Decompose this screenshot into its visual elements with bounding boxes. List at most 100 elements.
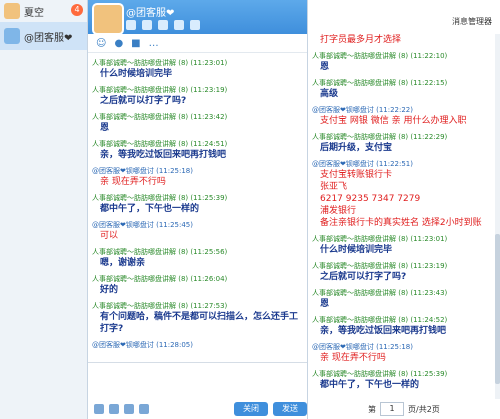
message: 人事部诚聘～肪肪哪盘讲解 (8) (11:22:10) 恩 [312, 51, 489, 73]
message-meta: 人事部诚聘～肪肪哪盘讲解 (8) (11:23:43) [312, 289, 448, 297]
mic-icon[interactable]: ● [114, 38, 123, 49]
message-text: 什么时候培训完毕 [100, 69, 173, 79]
avatar [4, 28, 20, 44]
message-meta: 人事部诚聘～肪肪哪盘讲解 (8) (11:23:01) [92, 59, 228, 67]
header-toolbar [126, 20, 200, 30]
message-text: 都中午了，下午也一样的 [320, 380, 420, 390]
message-list: 人事部诚聘～肪肪哪盘讲解 (8) (11:23:01) 什么时候培训完毕 人事部诚聘… [88, 53, 307, 358]
message-meta: @团客服❤钡哪盘讨 (11:25:45) [92, 221, 193, 229]
input-toolbar: 关闭 发送 [88, 399, 307, 419]
screen-icon[interactable] [174, 20, 184, 30]
history-panel: 消息管理器 打字员最多月才选择人事部诚聘～肪肪哪盘讲解 (8) (11:22:1… [308, 0, 500, 419]
message-meta: @团客服❤钡哪盘讨 (11:28:05) [92, 341, 193, 349]
message: 人事部诚聘～肪肪哪盘讲解 (8) (11:24:51) 亲，等我吃过饭回来吧再打钱… [92, 139, 303, 161]
message-text: 嗯，谢谢亲 [100, 258, 146, 268]
message: 人事部诚聘～肪肪哪盘讲解 (8) (11:25:39) 都中午了，下午也一样的 [312, 369, 489, 391]
message-meta: 人事部诚聘～肪肪哪盘讲解 (8) (11:22:10) [312, 52, 448, 60]
chat-tools: ☺ ● ■ … [88, 34, 307, 53]
unread-badge: 4 [71, 4, 83, 16]
message-meta: 人事部诚聘～肪肪哪盘讲解 (8) (11:22:29) [312, 133, 448, 141]
message-meta: 人事部诚聘～肪肪哪盘讲解 (8) (11:25:39) [312, 370, 448, 378]
history-pager: 第 1 页/共2页 [308, 399, 500, 419]
contact-list: 夏空 4 @团客服❤ [0, 0, 88, 419]
message: 人事部诚聘～肪肪哪盘讲解 (8) (11:23:19) 之后就可以打字了吗? [92, 85, 303, 107]
image-icon[interactable]: ■ [131, 38, 140, 49]
page-input[interactable]: 1 [380, 402, 404, 416]
message: 人事部诚聘～肪肪哪盘讲解 (8) (11:23:19) 之后就可以打字了吗? [312, 261, 489, 283]
message-text: 恩 [320, 62, 330, 72]
contact-item[interactable]: 夏空 4 [0, 0, 87, 22]
apps-icon[interactable] [190, 20, 200, 30]
scrollbar[interactable] [495, 34, 500, 399]
message: @团客服❤钡哪盘讨 (11:28:05) [92, 340, 303, 350]
screenshot-icon[interactable] [124, 404, 134, 414]
message: 人事部诚聘～肪肪哪盘讲解 (8) (11:23:42) 恩 [92, 112, 303, 134]
message-meta: 人事部诚聘～肪肪哪盘讲解 (8) (11:23:19) [92, 86, 228, 94]
close-button[interactable]: 关闭 [234, 402, 268, 416]
message: 人事部诚聘～肪肪哪盘讲解 (8) (11:27:53) 有个问题哈，稿件不是都可以… [92, 301, 303, 335]
message: @团客服❤钡哪盘讨 (11:25:18) 亲 现在弄不行吗 [312, 342, 489, 364]
message: @团客服❤钡哪盘讨 (11:25:45) 可以 [92, 220, 303, 242]
send-button[interactable]: 发送 [273, 402, 307, 416]
contact-item-selected[interactable]: @团客服❤ [0, 22, 87, 50]
message-meta: 人事部诚聘～肪肪哪盘讲解 (8) (11:25:39) [92, 194, 228, 202]
message-text: 高级 [320, 89, 339, 99]
search-icon[interactable] [94, 404, 104, 414]
message-text: 后期升级，支付宝 [320, 143, 393, 153]
message-text: 打字员最多月才选择 [320, 35, 402, 45]
emoji-icon[interactable]: ☺ [96, 38, 106, 49]
message-meta: 人事部诚聘～肪肪哪盘讲解 (8) (11:23:42) [92, 113, 228, 121]
message-text: 支付宝 网银 微信 亲 用什么办理入职 [320, 116, 467, 126]
message: 人事部诚聘～肪肪哪盘讲解 (8) (11:23:01) 什么时候培训完毕 [92, 58, 303, 80]
message-text: 有个问题哈，稿件不是都可以扫描么，怎么还手工打字? [100, 312, 299, 334]
message-text: 支付宝转账银行卡 张亚飞 6217 9235 7347 7279 浦发银行 备注… [320, 170, 482, 228]
page-label: 第 [368, 404, 376, 414]
message-text: 之后就可以打字了吗? [100, 96, 187, 106]
message-meta: @团客服❤钡哪盘讨 (11:25:18) [92, 167, 193, 175]
message-meta: 人事部诚聘～肪肪哪盘讲解 (8) (11:23:19) [312, 262, 448, 270]
chat-title: @团客服❤ [126, 8, 175, 19]
message-meta: @团客服❤钡哪盘讨 (11:22:51) [312, 160, 413, 168]
message-text: 之后就可以打字了吗? [320, 272, 407, 282]
image-icon[interactable] [109, 404, 119, 414]
history-icon[interactable] [139, 404, 149, 414]
message-text: 都中午了，下午也一样的 [100, 204, 200, 214]
message-text: 恩 [320, 299, 330, 309]
avatar [4, 3, 20, 19]
message: 人事部诚聘～肪肪哪盘讲解 (8) (11:25:56) 嗯，谢谢亲 [92, 247, 303, 269]
page-total: 页/共2页 [408, 404, 440, 414]
message-text: 什么时候培训完毕 [320, 245, 393, 255]
chat-header: @团客服❤ [88, 0, 307, 35]
scrollbar-thumb[interactable] [495, 234, 500, 384]
more-icon[interactable]: … [149, 38, 159, 49]
message: 打字员最多月才选择 [312, 34, 489, 46]
chat-window: @团客服❤ ☺ ● ■ … 人事部诚聘～肪肪哪盘讲解 (8) (11:23:01… [88, 0, 308, 419]
voice-icon[interactable] [142, 20, 152, 30]
message-meta: @团客服❤钡哪盘讨 (11:25:18) [312, 343, 413, 351]
message-text: 亲，等我吃过饭回来吧再打钱吧 [100, 150, 227, 160]
message: 人事部诚聘～肪肪哪盘讲解 (8) (11:23:43) 恩 [312, 288, 489, 310]
message-text: 亲 现在弄不行吗 [100, 177, 166, 187]
history-list: 打字员最多月才选择 人事部诚聘～肪肪哪盘讲解 (8) (11:22:10) 恩人事部… [308, 34, 493, 399]
avatar [92, 3, 124, 35]
message: 人事部诚聘～肪肪哪盘讲解 (8) (11:24:52) 亲，等我吃过饭回来吧再打钱… [312, 315, 489, 337]
message-meta: 人事部诚聘～肪肪哪盘讲解 (8) (11:23:01) [312, 235, 448, 243]
video-icon[interactable] [126, 20, 136, 30]
message-meta: 人事部诚聘～肪肪哪盘讲解 (8) (11:25:56) [92, 248, 228, 256]
message-text: 亲 现在弄不行吗 [320, 353, 386, 363]
message-meta: 人事部诚聘～肪肪哪盘讲解 (8) (11:22:15) [312, 79, 448, 87]
message-text: 恩 [100, 123, 110, 133]
message: @团客服❤钡哪盘讨 (11:22:51) 支付宝转账银行卡 张亚飞 6217 92… [312, 159, 489, 229]
message-manager-link[interactable]: 消息管理器 [452, 16, 492, 27]
message-meta: 人事部诚聘～肪肪哪盘讲解 (8) (11:24:52) [312, 316, 448, 324]
message-text: 亲，等我吃过饭回来吧再打钱吧 [320, 326, 447, 336]
message-meta: @团客服❤钡哪盘讨 (11:22:22) [312, 106, 413, 114]
message-meta: 人事部诚聘～肪肪哪盘讲解 (8) (11:27:53) [92, 302, 228, 310]
contact-name: 夏空 [24, 7, 44, 19]
message-meta: 人事部诚聘～肪肪哪盘讲解 (8) (11:24:51) [92, 140, 228, 148]
message: 人事部诚聘～肪肪哪盘讲解 (8) (11:26:04) 好的 [92, 274, 303, 296]
contact-name: @团客服❤ [24, 32, 73, 44]
message-text: 好的 [100, 285, 119, 295]
file-icon[interactable] [158, 20, 168, 30]
message: 人事部诚聘～肪肪哪盘讲解 (8) (11:23:01) 什么时候培训完毕 [312, 234, 489, 256]
